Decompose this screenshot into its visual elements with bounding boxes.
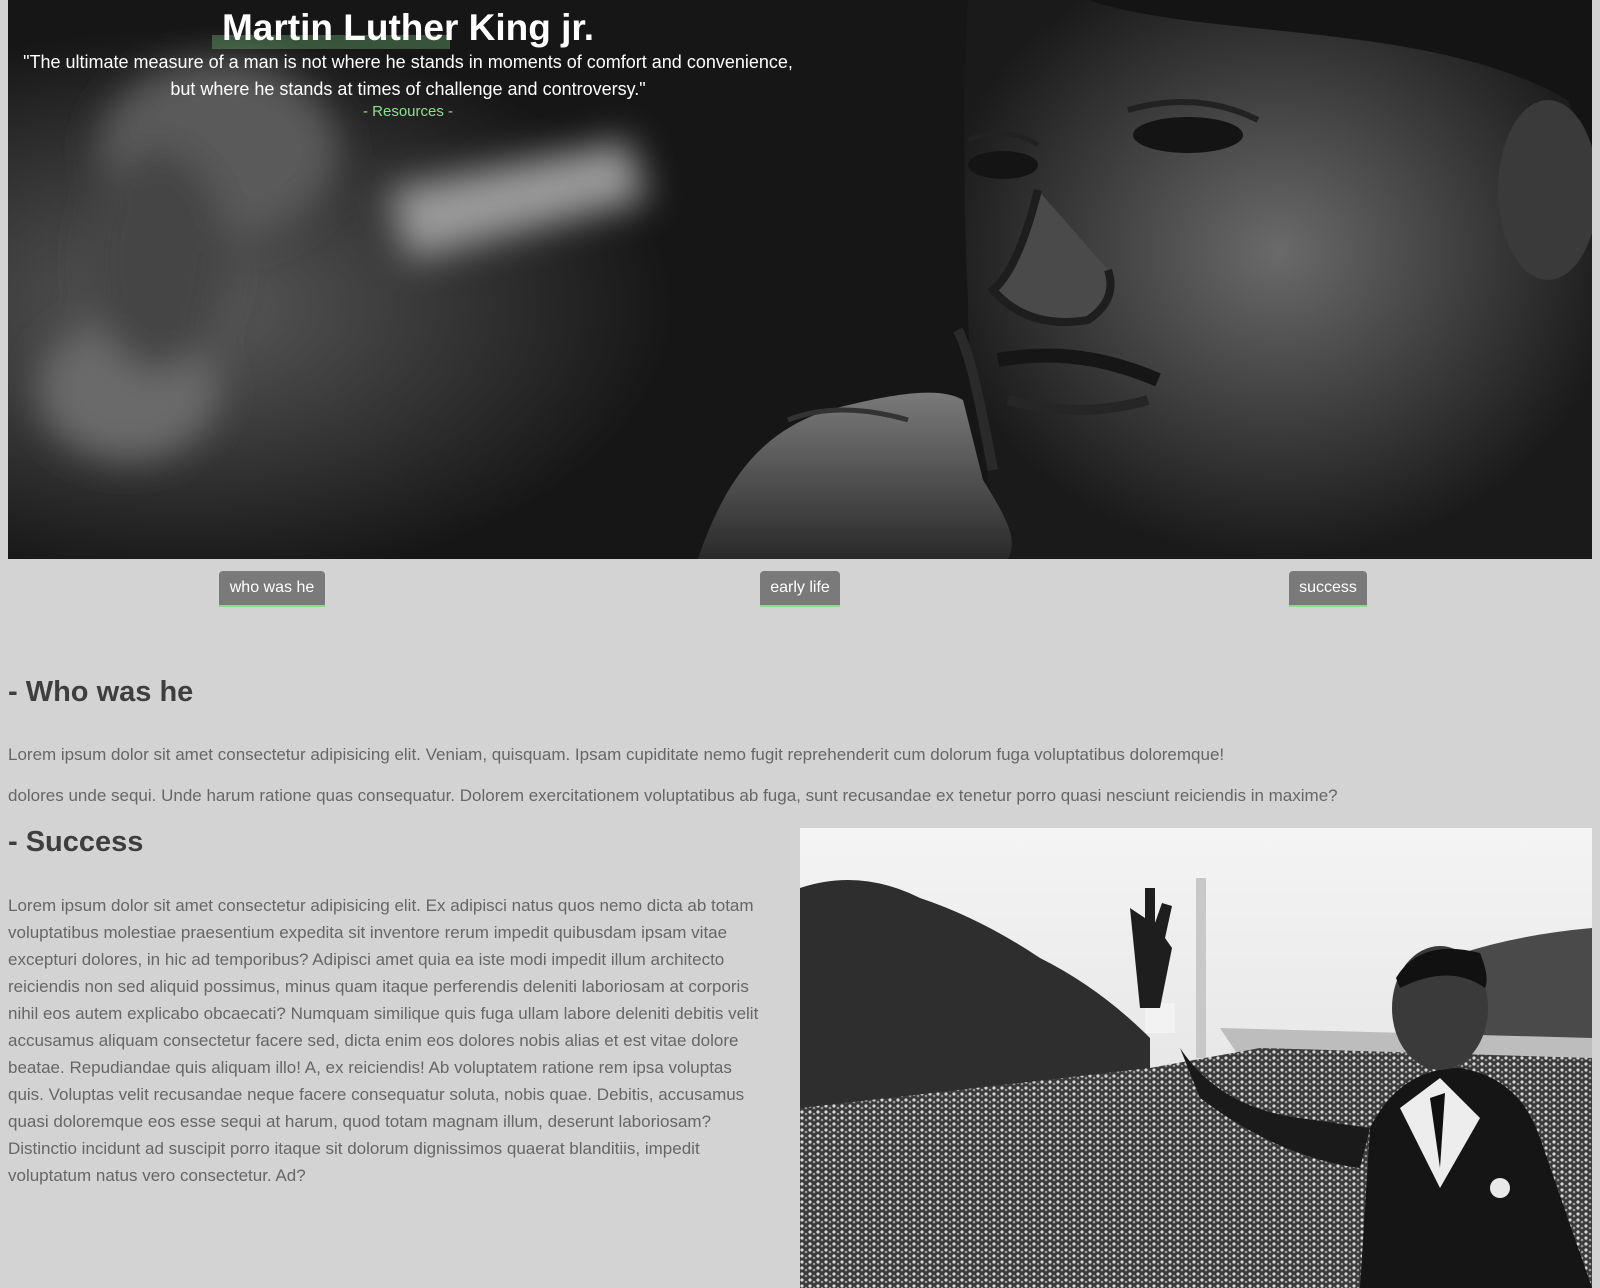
nav-who-was-he-button[interactable]: who was he [219, 571, 325, 607]
success-paragraph: Lorem ipsum dolor sit amet consectetur a… [8, 896, 759, 1185]
quote-line-1: "The ultimate measure of a man is not wh… [23, 52, 793, 72]
who-was-he-paragraph-2: dolores unde sequi. Unde harum ratione q… [8, 786, 1338, 805]
nav-early-life-button[interactable]: early life [760, 571, 840, 607]
resources-link[interactable]: - Resources - [8, 102, 808, 122]
nav-success-button[interactable]: success [1289, 571, 1367, 607]
crowd-photo-illustration [800, 828, 1592, 1288]
hero-banner: Martin Luther King jr. "The ultimate mea… [8, 0, 1592, 559]
page-title: Martin Luther King jr. [221, 7, 595, 48]
quote-line-2: but where he stands at times of challeng… [170, 79, 646, 99]
who-was-he-heading: - Who was he [8, 676, 194, 708]
hero-quote: "The ultimate measure of a man is not wh… [8, 49, 808, 103]
who-was-he-paragraph-1: Lorem ipsum dolor sit amet consectetur a… [8, 745, 1225, 764]
march-on-washington-photo [800, 828, 1592, 1288]
success-heading: - Success [8, 826, 144, 858]
